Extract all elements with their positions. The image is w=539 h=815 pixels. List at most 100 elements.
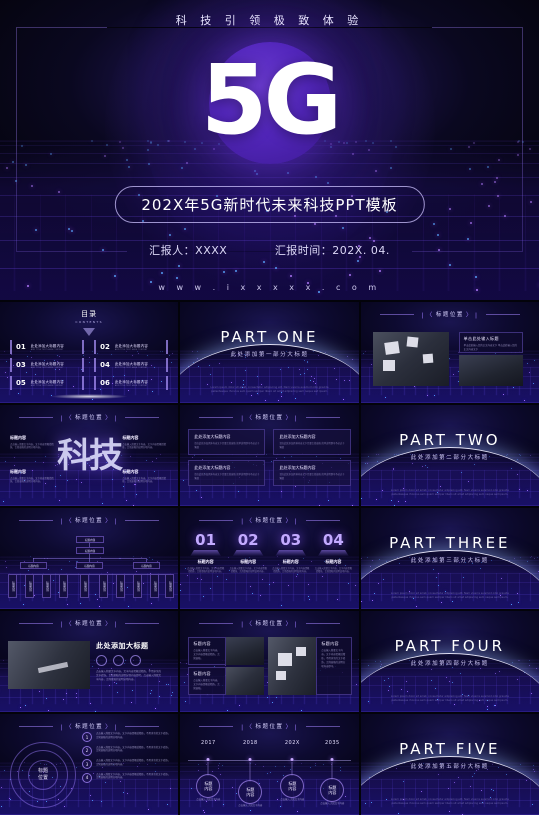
catalog-item-sub: ADD TITLE TEXT HERE CONTENT bbox=[31, 349, 64, 351]
thumb-big-word[interactable]: ❘〈 标题位置 〉❘ 科技 标题内容 点击输入简要文字内容，文字内容需概括精炼，言简… bbox=[0, 405, 178, 506]
text-block[interactable]: 标题内容 点击输入简要文字内容，文字内容需概括精炼，言简意赅的说明分项内容。 bbox=[10, 469, 58, 484]
list-item[interactable]: 2 点击输入简要文字内容，文字内容需概括精炼，不用多余的文字修饰，言简意赅的说明… bbox=[82, 746, 172, 756]
thumb-part-two[interactable]: PART TWO 此处添加第二部分大标题 Lorem ipsum dolor s… bbox=[361, 405, 539, 506]
label-title: 标题内容 bbox=[193, 671, 221, 677]
bracket-right-icon: 〉❘ bbox=[105, 619, 119, 628]
item-body: 点击输入简要文字内容，文字内容需概括精炼，不用多余的文字修饰，言简意赅的说明分项… bbox=[96, 759, 172, 767]
info-card[interactable]: 单击此处输入标题 单击此处输入您的正文内容文字 单击此处输入您的正文内容文字 bbox=[459, 332, 523, 353]
tree-leaf[interactable]: 标题内容 bbox=[165, 574, 174, 598]
part-section: PART FIVE 此处添加第五部分大标题 Lorem ipsum dolor … bbox=[361, 714, 539, 815]
tree-leaf[interactable]: 标题内容 bbox=[25, 574, 34, 598]
timeline-year: 2017 bbox=[201, 740, 216, 746]
collage-photo[interactable] bbox=[226, 637, 264, 665]
thumb-four-cards[interactable]: ❘〈 标题位置 〉❘ 此处添加大标题内容 请在此处添加具体内容文字尽量言简意赅 简单… bbox=[180, 405, 358, 506]
timeline-bubble[interactable]: 标题 内容 bbox=[320, 778, 344, 802]
list-item[interactable]: 1 点击输入简要文字内容，文字内容需概括精炼，不用多余的文字修饰，言简意赅的说明… bbox=[82, 732, 172, 742]
tree-node-level2[interactable]: 标题内容 bbox=[76, 547, 104, 554]
content-card[interactable]: 此处添加大标题内容 请在此处添加具体内容文字尽量言简意赅 简单说明即可不必过于繁… bbox=[188, 460, 265, 486]
header-rule-left bbox=[199, 520, 233, 521]
list-item[interactable]: 02 此处添加大标题内容 ADD TITLE TEXT HERE CONTENT bbox=[94, 340, 168, 354]
tree-leaf[interactable]: 标题内容 bbox=[99, 574, 108, 598]
text-block[interactable]: 标题内容 点击输入简要文字内容，文字内容需概括精炼，言简意赅的说明分项内容。 bbox=[122, 469, 170, 484]
tree-leaf[interactable]: 标题内容 bbox=[150, 574, 159, 598]
thumb-numbers[interactable]: ❘〈 标题位置 〉❘ 01 标题内容 点击输入简要文字内容，文字内容需概括精炼，言简… bbox=[180, 508, 358, 609]
numbered-item[interactable]: 01 标题内容 点击输入简要文字内容，文字内容需概括精炼，言简意赅的说明该项内容… bbox=[186, 532, 225, 574]
timeline-caption: 点击输入大段文字内容 bbox=[186, 798, 230, 802]
text-block[interactable]: 标题内容 点击输入简要文字内容，文字内容需概括精炼，言简意赅的说明分项内容。 bbox=[122, 435, 170, 450]
thumb-part-one[interactable]: PART ONE 此处添加第一部分大标题 Lorem ipsum dolor s… bbox=[180, 302, 358, 403]
tree-node-level3[interactable]: 标题内容 bbox=[76, 562, 103, 569]
circle-icon[interactable] bbox=[130, 655, 141, 666]
collage-label[interactable]: 标题内容 点击输入简要文字内容，文字内容需概括精炼，言简意赅。 bbox=[188, 637, 226, 665]
text-block[interactable]: 标题内容 点击输入简要文字内容，文字内容需概括精炼，言简意赅的说明分项内容。 bbox=[10, 435, 58, 450]
thumb-collage[interactable]: ❘〈 标题位置 〉❘ 标题内容 点击输入简要文字内容，文字内容需概括精炼，言简意赅。… bbox=[180, 611, 358, 712]
tree-leaf[interactable]: 标题内容 bbox=[42, 574, 51, 598]
slide-header-label: 标题位置 bbox=[75, 415, 103, 421]
slide-header: ❘〈 标题位置 〉❘ bbox=[0, 722, 178, 731]
list-item[interactable]: 05 此处添加大标题内容 ADD TITLE TEXT HERE CONTENT bbox=[10, 376, 84, 390]
timeline-bubble[interactable]: 标题 内容 bbox=[196, 774, 220, 798]
list-item[interactable]: 03 此处添加大标题内容 ADD TITLE TEXT HERE CONTENT bbox=[10, 358, 84, 372]
tree-leaf[interactable]: 标题内容 bbox=[133, 574, 142, 598]
collage-photo[interactable] bbox=[226, 667, 264, 695]
tree-node-level3[interactable]: 标题内容 bbox=[20, 562, 47, 569]
content-card[interactable]: 此处添加大标题内容 请在此处添加具体内容文字尽量言简意赅 简单说明即可不必过于繁… bbox=[188, 429, 265, 455]
thumb-circle-diagram[interactable]: ❘〈 标题位置 〉❘ 标题 位置 1 点击输入简要文字内容，文字内容需概括精炼，不用… bbox=[0, 714, 178, 815]
slide-header: ❘〈 标题位置 〉❘ bbox=[180, 516, 358, 525]
circle-icon[interactable] bbox=[113, 655, 124, 666]
numbered-item[interactable]: 03 标题内容 点击输入简要文字内容，文字内容需概括精炼，言简意赅的说明该项内容… bbox=[271, 532, 310, 574]
card-body: 单击此处输入您的正文内容文字 单击此处输入您的正文内容文字 bbox=[464, 344, 518, 352]
slide-header: ❘〈 标题位置 〉❘ bbox=[180, 619, 358, 628]
thumb-timeline[interactable]: ❘〈 标题位置 〉❘ 2017 标题 内容 点击输入大段文字内容 2018 标题 内… bbox=[180, 714, 358, 815]
item-title: 标题内容 bbox=[314, 559, 353, 565]
photo-right[interactable] bbox=[459, 355, 523, 386]
collage-label[interactable]: 标题内容 点击输入简要文字内容，文字内容需概括精炼，不用多余的文字修饰，言简意赅… bbox=[316, 637, 352, 695]
tree-leaf[interactable]: 标题内容 bbox=[116, 574, 125, 598]
collage-photo-main[interactable] bbox=[268, 637, 316, 695]
collage-label[interactable]: 标题内容 点击输入简要文字内容，文字内容需概括精炼，言简意赅。 bbox=[188, 667, 226, 695]
header-rule-left bbox=[19, 417, 53, 418]
thumb-part-five[interactable]: PART FIVE 此处添加第五部分大标题 Lorem ipsum dolor … bbox=[361, 714, 539, 815]
tree-leaf[interactable]: 标题内容 bbox=[59, 574, 68, 598]
list-item[interactable]: 4 点击输入简要文字内容，文字内容需概括精炼，不用多余的文字修饰，言简意赅的说明… bbox=[82, 773, 172, 783]
timeline-bubble[interactable]: 标题 内容 bbox=[238, 780, 262, 804]
catalog-item-sub: ADD TITLE TEXT HERE CONTENT bbox=[31, 385, 64, 387]
timeline-stem bbox=[250, 762, 251, 782]
tree-node-root[interactable]: 标题内容 bbox=[76, 536, 104, 543]
list-item[interactable]: 01 此处添加大标题内容 ADD TITLE TEXT HERE CONTENT bbox=[10, 340, 84, 354]
list-item[interactable]: 3 点击输入简要文字内容，文字内容需概括精炼，不用多余的文字修饰，言简意赅的说明… bbox=[82, 759, 172, 769]
thumb-catalog[interactable]: 目录 CONTENTS 01 此处添加大标题内容 ADD TITLE TEXT H… bbox=[0, 302, 178, 403]
thumb-part-three[interactable]: PART THREE 此处添加第三部分大标题 Lorem ipsum dolor… bbox=[361, 508, 539, 609]
content-card[interactable]: 此处添加大标题内容 请在此处添加具体内容文字尽量言简意赅 简单说明即可不必过于繁… bbox=[273, 460, 350, 486]
numbered-item[interactable]: 04 标题内容 点击输入简要文字内容，文字内容需概括精炼，言简意赅的说明该项内容… bbox=[314, 532, 353, 574]
slide-header-label: 标题位置 bbox=[75, 724, 103, 730]
tree-leaf[interactable]: 标题内容 bbox=[8, 574, 17, 598]
numbered-item[interactable]: 02 标题内容 点击输入简要文字内容，文字内容需概括精炼，言简意赅的说明该项内容… bbox=[229, 532, 268, 574]
thumb-photo-two[interactable]: ❘〈 标题位置 〉❘ 单击此处输入标题 单击此处输入您的正文内容文字 单击此处输入您… bbox=[361, 302, 539, 403]
cover-meta: 汇报人：XXXX 汇报时间：202X. 04. bbox=[0, 242, 539, 258]
slide-header-label: 标题位置 bbox=[255, 518, 283, 524]
thumb-org-tree[interactable]: ❘〈 标题位置 〉❘ 标题内容 标题内容 标题内容 标题内容 标题内容 标题内容 标… bbox=[0, 508, 178, 609]
center-line-2: 位置 bbox=[38, 775, 48, 782]
content-card[interactable]: 此处添加大标题内容 请在此处添加具体内容文字尽量言简意赅 简单说明即可不必过于繁… bbox=[273, 429, 350, 455]
part-subtitle: 此处添加第三部分大标题 bbox=[411, 556, 489, 564]
list-item[interactable]: 04 此处添加大标题内容 ADD TITLE TEXT HERE CONTENT bbox=[94, 358, 168, 372]
item-body: 点击输入简要文字内容，文字内容需概括精炼，言简意赅的说明该项内容。 bbox=[186, 567, 225, 574]
cover-slide[interactable]: 科 技 引 领 极 致 体 验 5G 202X年5G新时代未来科技PPT模板 汇… bbox=[0, 0, 539, 300]
timeline: 2017 标题 内容 点击输入大段文字内容 2018 标题 内容 点击输入大段文… bbox=[180, 714, 358, 815]
floor-glow bbox=[50, 394, 128, 399]
part-title: PART FOUR bbox=[395, 637, 505, 655]
circle-icon[interactable] bbox=[96, 655, 107, 666]
list-item[interactable]: 06 此处添加大标题内容 ADD TITLE TEXT HERE CONTENT bbox=[94, 376, 168, 390]
tree-leaf[interactable]: 标题内容 bbox=[80, 574, 89, 598]
timeline-bubble[interactable]: 标题 内容 bbox=[280, 774, 304, 798]
bracket-left-icon: ❘〈 bbox=[59, 413, 73, 422]
thumb-image-text[interactable]: ❘〈 标题位置 〉❘ 此处添加大标题 点击输入简要文字内容，文字内容需概括精炼，不用… bbox=[0, 611, 178, 712]
feature-photo[interactable] bbox=[8, 641, 90, 689]
tree-node-level3[interactable]: 标题内容 bbox=[133, 562, 160, 569]
bracket-left-icon: ❘〈 bbox=[59, 722, 73, 731]
card-title: 单击此处输入标题 bbox=[464, 336, 518, 342]
thumb-part-four[interactable]: PART FOUR 此处添加第四部分大标题 Lorem ipsum dolor … bbox=[361, 611, 539, 712]
slide-header: ❘〈 标题位置 〉❘ bbox=[361, 310, 539, 319]
photo-left[interactable] bbox=[373, 332, 449, 386]
